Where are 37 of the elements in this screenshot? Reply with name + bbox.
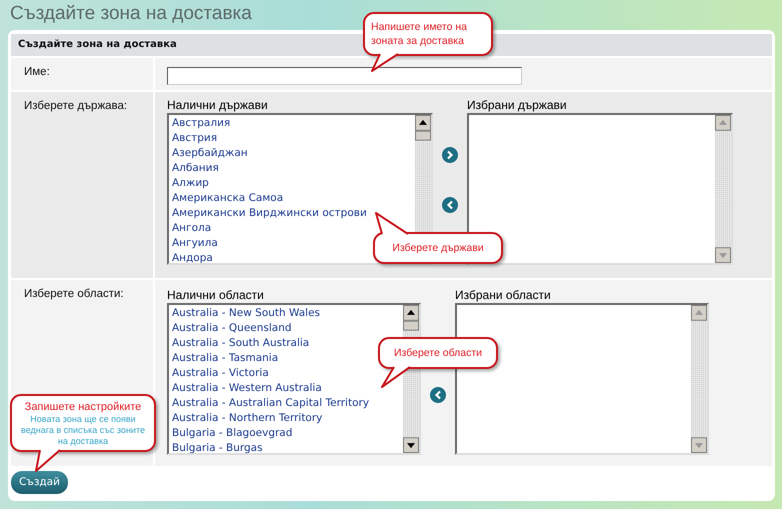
list-item[interactable]: Australia - Queensland [169, 321, 292, 336]
move-left-button[interactable] [442, 197, 458, 213]
list-item[interactable]: Алжир [169, 176, 209, 191]
list-item[interactable]: Australia - Victoria [169, 366, 269, 381]
list-item[interactable]: Australia - Australian Capital Territory [169, 396, 370, 411]
page-title: Създайте зона на доставка [9, 2, 252, 26]
list-item[interactable]: Американски Вирджински острови [169, 206, 367, 221]
field-label: Изберете държава: [24, 100, 128, 112]
list-title: Налични държави [167, 97, 268, 113]
list-title: Избрани области [455, 287, 551, 303]
create-button[interactable]: Създай [11, 470, 68, 494]
field-label: Име: [24, 66, 50, 78]
list-item[interactable]: Ангуила [169, 236, 218, 251]
callout-note: Новата зона ще се появи веднага в списъка със зоните на доставка [20, 414, 146, 446]
callout-text: Изберете области [394, 346, 482, 360]
list-item[interactable]: Андора [169, 251, 213, 263]
list-item[interactable]: Австралия [169, 116, 230, 131]
move-right-button[interactable] [442, 147, 458, 163]
move-left-button[interactable] [430, 387, 446, 403]
list-title: Налични области [167, 287, 264, 303]
scrollbar[interactable] [715, 115, 731, 263]
list-item[interactable]: Bulgaria - Blagoevgrad [169, 426, 292, 441]
list-item[interactable]: Австрия [169, 131, 218, 146]
field-label: Изберете области: [24, 288, 124, 300]
list-item[interactable]: Australia - New South Wales [169, 306, 320, 321]
list-item[interactable]: Американска Самоа [169, 191, 284, 206]
list-item[interactable]: Australia - Northern Territory [169, 411, 322, 426]
list-title: Избрани държави [467, 97, 567, 113]
list-item[interactable]: Ангола [169, 221, 212, 236]
list-item[interactable]: Азербайджан [169, 146, 248, 161]
list-item[interactable]: Australia - South Australia [169, 336, 310, 351]
list-item[interactable]: Australia - Western Australia [169, 381, 322, 396]
list-item[interactable]: Албания [169, 161, 219, 176]
list-item[interactable]: Australia - Tasmania [169, 351, 278, 366]
scrollbar[interactable] [691, 305, 707, 453]
list-item[interactable]: Bulgaria - Burgas [169, 441, 263, 453]
callout-text: Запишете настройките [24, 400, 142, 414]
